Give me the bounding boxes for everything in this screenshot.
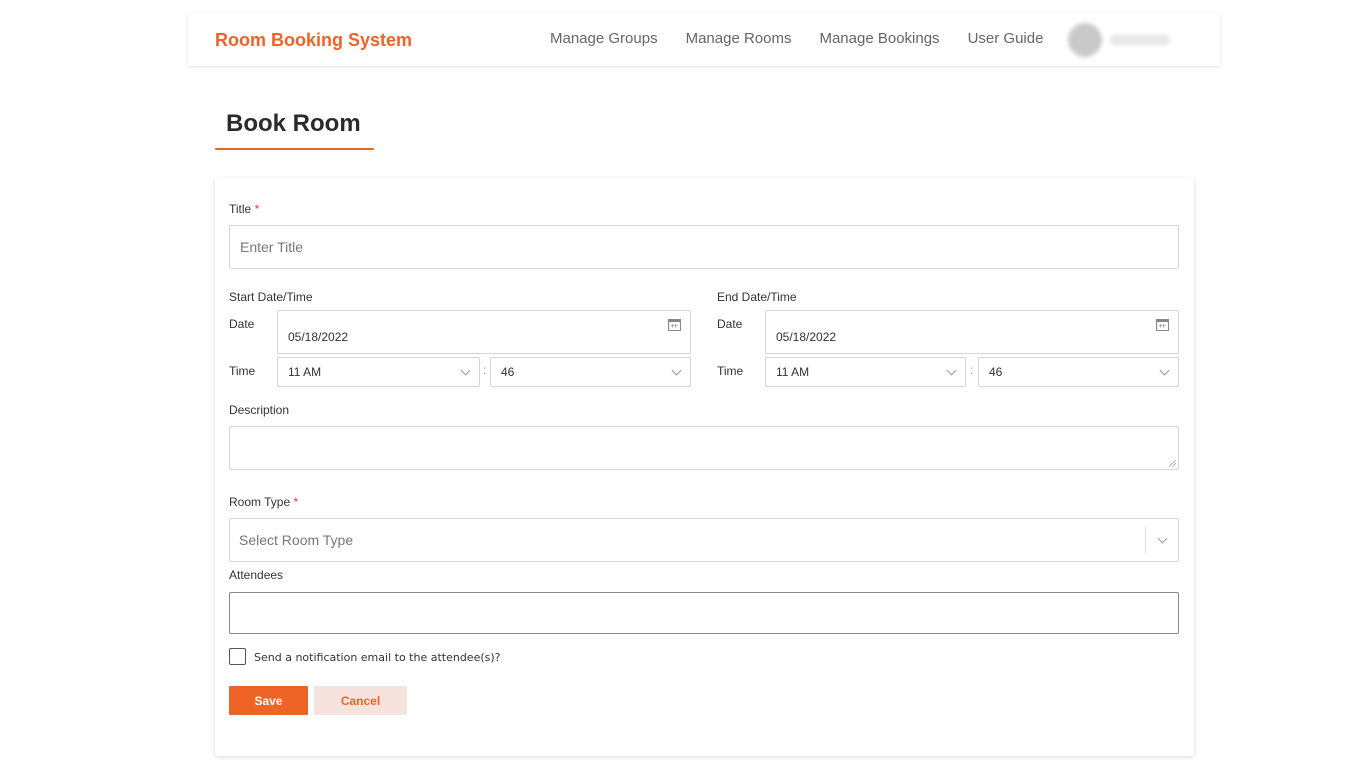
start-date-input[interactable]: 05/18/2022 xyxy=(277,310,691,354)
end-hour-value: 11 AM xyxy=(776,365,810,379)
chevron-down-icon xyxy=(671,365,682,376)
brand-title[interactable]: Room Booking System xyxy=(215,30,412,51)
end-datetime-label: End Date/Time xyxy=(717,290,797,304)
title-label-text: Title xyxy=(229,202,252,216)
title-placeholder: Enter Title xyxy=(240,239,304,255)
title-underline xyxy=(215,148,374,150)
nav-manage-rooms[interactable]: Manage Rooms xyxy=(686,30,792,47)
notify-label: Send a notification email to the attende… xyxy=(254,651,501,664)
time-separator: : xyxy=(970,363,974,377)
page-title: Book Room xyxy=(226,110,361,137)
start-datetime-label: Start Date/Time xyxy=(229,290,313,304)
time-separator: : xyxy=(483,363,487,377)
booking-form-card: Title * Enter Title Start Date/Time Date… xyxy=(215,178,1194,756)
top-navbar: Room Booking System Manage Groups Manage… xyxy=(188,13,1220,66)
select-separator xyxy=(1145,527,1146,553)
start-hour-select[interactable]: 11 AM xyxy=(277,357,480,387)
required-mark: * xyxy=(293,495,299,509)
end-hour-select[interactable]: 11 AM xyxy=(765,357,966,387)
end-minute-select[interactable]: 46 xyxy=(978,357,1179,387)
nav-manage-groups[interactable]: Manage Groups xyxy=(550,30,658,47)
start-minute-select[interactable]: 46 xyxy=(490,357,691,387)
room-type-placeholder: Select Room Type xyxy=(239,532,354,548)
start-time-label: Time xyxy=(229,364,256,378)
end-date-input[interactable]: 05/18/2022 xyxy=(765,310,1179,354)
end-time-label: Time xyxy=(717,364,744,378)
chevron-down-icon xyxy=(946,365,957,376)
end-minute-value: 46 xyxy=(989,365,1003,379)
cancel-button[interactable]: Cancel xyxy=(314,686,407,715)
attendees-label: Attendees xyxy=(229,568,284,582)
room-type-select[interactable]: Select Room Type xyxy=(229,518,1179,562)
description-label: Description xyxy=(229,403,290,417)
chevron-down-icon xyxy=(1157,533,1168,544)
title-label: Title * xyxy=(229,202,259,216)
start-date-value: 05/18/2022 xyxy=(288,330,349,344)
end-date-value: 05/18/2022 xyxy=(776,330,837,344)
save-button[interactable]: Save xyxy=(229,686,308,715)
start-minute-value: 46 xyxy=(501,365,515,379)
nav-manage-bookings[interactable]: Manage Bookings xyxy=(819,30,939,47)
title-input[interactable]: Enter Title xyxy=(229,225,1179,269)
chevron-down-icon xyxy=(460,365,471,376)
room-type-label-text: Room Type xyxy=(229,495,291,509)
user-name-blurred xyxy=(1110,35,1170,45)
notify-checkbox[interactable] xyxy=(229,648,246,665)
user-menu[interactable] xyxy=(1068,23,1170,57)
nav-user-guide[interactable]: User Guide xyxy=(968,30,1044,47)
required-mark: * xyxy=(254,202,260,216)
room-type-label: Room Type * xyxy=(229,495,298,509)
start-date-label: Date xyxy=(229,317,255,331)
avatar[interactable] xyxy=(1068,23,1102,57)
calendar-icon[interactable] xyxy=(1156,319,1169,331)
chevron-down-icon xyxy=(1159,365,1170,376)
end-date-label: Date xyxy=(717,317,743,331)
calendar-icon[interactable] xyxy=(668,319,681,331)
start-hour-value: 11 AM xyxy=(288,365,322,379)
attendees-input[interactable] xyxy=(229,592,1179,634)
resize-handle-icon[interactable] xyxy=(1169,460,1176,467)
description-textarea[interactable] xyxy=(229,426,1179,470)
nav-links: Manage Groups Manage Rooms Manage Bookin… xyxy=(550,30,1043,47)
